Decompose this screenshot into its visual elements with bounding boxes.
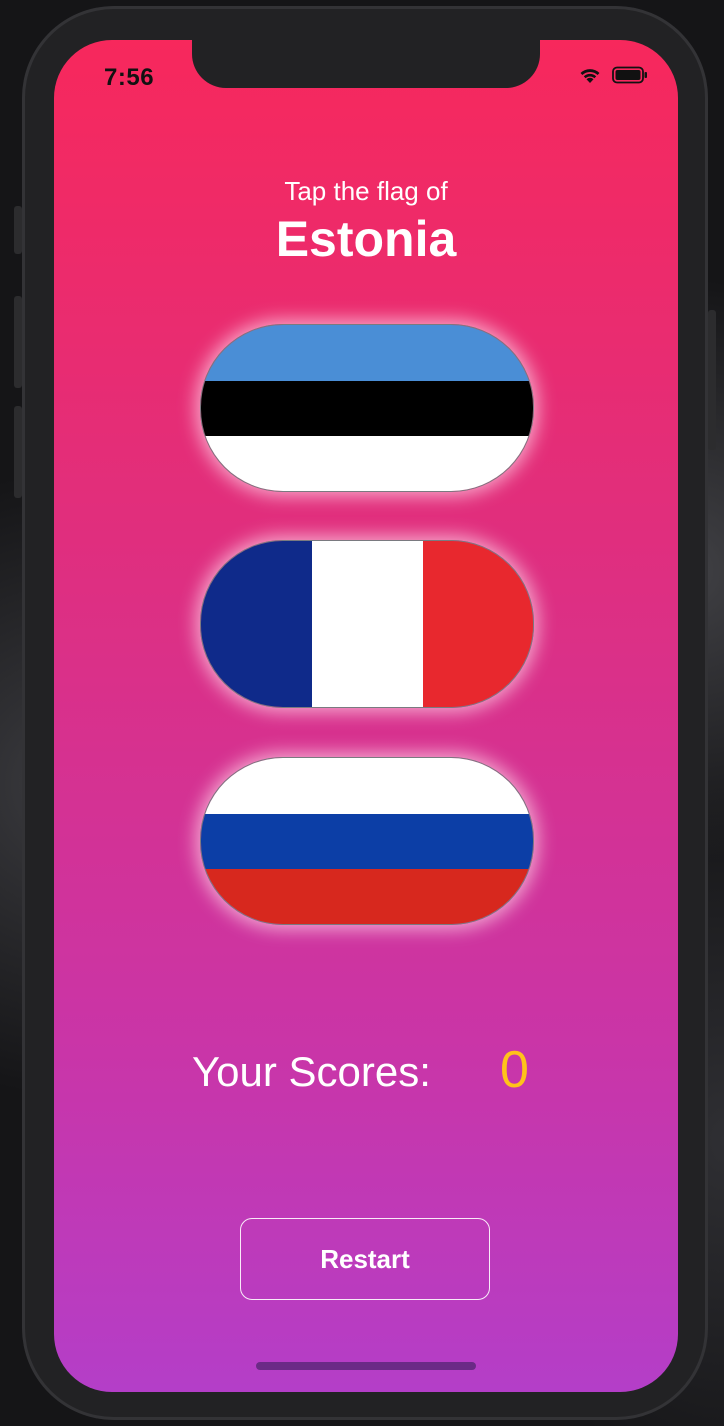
status-icons	[578, 66, 648, 84]
score-label: Your Scores:	[192, 1048, 431, 1095]
volume-up-button	[14, 296, 22, 388]
home-indicator[interactable]	[256, 1362, 476, 1370]
status-time: 7:56	[104, 64, 155, 91]
volume-down-button	[14, 406, 22, 498]
france-red-stripe	[423, 541, 533, 707]
flag-button-france[interactable]	[200, 540, 534, 708]
prompt-text: Tap the flag of	[284, 176, 448, 206]
france-blue-stripe	[201, 541, 312, 707]
flag-button-estonia[interactable]	[200, 324, 534, 492]
russia-red-stripe	[201, 869, 533, 924]
flag-button-russia[interactable]	[200, 757, 534, 925]
battery-icon	[612, 66, 648, 84]
app-screen: 7:56 Tap the flag of Estonia Your Scores…	[54, 40, 678, 1392]
russia-blue-stripe	[201, 814, 533, 869]
estonia-blue-stripe	[201, 325, 533, 381]
mute-switch	[14, 206, 22, 254]
france-white-stripe	[312, 541, 423, 707]
notch	[192, 40, 540, 88]
power-button	[708, 310, 716, 450]
restart-button[interactable]: Restart	[240, 1218, 490, 1300]
wifi-icon	[578, 66, 602, 84]
target-country: Estonia	[275, 211, 457, 267]
estonia-black-stripe	[201, 381, 533, 436]
russia-white-stripe	[201, 758, 533, 814]
score-value: 0	[500, 1041, 529, 1099]
estonia-white-stripe	[201, 436, 533, 491]
